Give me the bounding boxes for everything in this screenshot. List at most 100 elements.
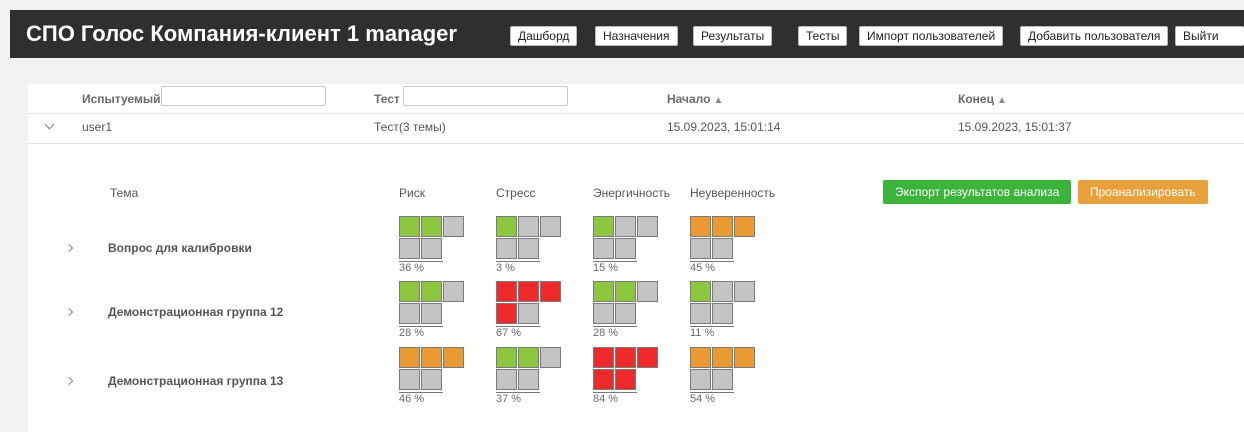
nav-tests-button[interactable]: Тесты: [798, 26, 848, 46]
sort-icon[interactable]: ▲︎: [713, 95, 723, 106]
gauge-cell: [518, 281, 539, 302]
gauge-cell: [593, 303, 614, 324]
gauge-cell: [518, 216, 539, 237]
column-start-header[interactable]: Начало ▲︎: [667, 92, 723, 108]
gauge-cell: [399, 216, 420, 237]
gauge-cell: [496, 238, 517, 259]
column-start-label: Начало: [667, 92, 711, 106]
gauge-percent-label: 54 %: [690, 392, 734, 405]
gauge-cell: [637, 281, 658, 302]
expand-topic-chevron-icon[interactable]: [64, 376, 74, 386]
gauge-cell: [690, 238, 711, 259]
gauge-cell: [593, 369, 614, 390]
gauge-cell: [496, 347, 517, 368]
nav-dashboard-button[interactable]: Дашборд: [510, 26, 578, 46]
gauge-cell: [518, 347, 539, 368]
gauge-cell: [421, 216, 442, 237]
energy-column-header: Энергичность: [593, 186, 670, 200]
gauge-cell: [399, 369, 420, 390]
gauge-percent-label: 45 %: [690, 261, 734, 274]
gauge-cell: [496, 281, 517, 302]
gauge-cell: [690, 303, 711, 324]
stress-gauge: 3 %: [496, 216, 566, 276]
gauge-cell: [593, 347, 614, 368]
test-filter-input[interactable]: [403, 86, 568, 106]
gauge-percent-label: 37 %: [496, 392, 540, 405]
gauge-cell: [615, 369, 636, 390]
subject-filter-input[interactable]: [161, 86, 326, 106]
collapse-chevron-icon[interactable]: [44, 119, 55, 130]
gauge-cell: [443, 281, 464, 302]
gauge-cell: [615, 347, 636, 368]
expand-topic-chevron-icon[interactable]: [64, 243, 74, 253]
nav-assignments-button[interactable]: Назначения: [595, 26, 678, 46]
risk-gauge: 46 %: [399, 347, 469, 407]
topic-name: Демонстрационная группа 13: [108, 374, 284, 388]
gauge-percent-label: 15 %: [593, 261, 637, 274]
column-subject-header: Испытуемый: [82, 92, 161, 106]
gauge-cell: [443, 216, 464, 237]
gauge-cell: [399, 347, 420, 368]
gauge-cell: [690, 347, 711, 368]
row-test: Тест(3 темы): [374, 120, 446, 134]
gauge-percent-label: 46 %: [399, 392, 443, 405]
row-end-time: 15.09.2023, 15:01:37: [958, 120, 1072, 134]
divider: [28, 113, 1244, 114]
gauge-cell: [690, 216, 711, 237]
stress-column-header: Стресс: [496, 186, 536, 200]
gauge-cell: [734, 216, 755, 237]
export-analysis-button[interactable]: Экспорт результатов анализа: [883, 180, 1072, 204]
uncertainty-column-header: Неуверенность: [690, 186, 776, 200]
nav-results-button[interactable]: Результаты: [693, 26, 773, 46]
gauge-cell: [712, 303, 733, 324]
gauge-percent-label: 36 %: [399, 261, 443, 274]
gauge-cell: [496, 369, 517, 390]
topic-name: Вопрос для калибровки: [108, 241, 252, 255]
gauge-percent-label: 11 %: [690, 326, 734, 339]
gauge-cell: [593, 281, 614, 302]
gauge-cell: [615, 281, 636, 302]
top-header: СПО Голос Компания-клиент 1 manager Дашб…: [10, 10, 1244, 58]
risk-column-header: Риск: [399, 186, 425, 200]
app-title: СПО Голос Компания-клиент 1 manager: [26, 21, 457, 46]
gauge-percent-label: 28 %: [593, 326, 637, 339]
sort-icon[interactable]: ▲︎: [997, 95, 1007, 106]
nav-import-users-button[interactable]: Импорт пользователей: [859, 26, 1004, 46]
uncertainty-gauge: 45 %: [690, 216, 760, 276]
topic-column-header: Тема: [110, 186, 139, 200]
gauge-cell: [399, 303, 420, 324]
column-end-label: Конец: [958, 92, 994, 106]
divider: [28, 143, 1244, 144]
uncertainty-gauge: 11 %: [690, 281, 760, 341]
gauge-cell: [593, 216, 614, 237]
row-user: user1: [82, 120, 113, 134]
analyze-button[interactable]: Проанализировать: [1078, 180, 1208, 204]
gauge-cell: [540, 216, 561, 237]
gauge-cell: [690, 369, 711, 390]
gauge-cell: [734, 281, 755, 302]
gauge-cell: [593, 238, 614, 259]
nav-logout-button[interactable]: Выйти: [1175, 26, 1244, 46]
gauge-cell: [399, 281, 420, 302]
topic-name: Демонстрационная группа 12: [108, 305, 284, 319]
gauge-cell: [443, 347, 464, 368]
gauge-cell: [712, 238, 733, 259]
gauge-cell: [421, 281, 442, 302]
column-end-header[interactable]: Конец ▲︎: [958, 92, 1007, 108]
gauge-cell: [518, 238, 539, 259]
expand-topic-chevron-icon[interactable]: [64, 307, 74, 317]
gauge-cell: [712, 281, 733, 302]
gauge-cell: [615, 238, 636, 259]
gauge-cell: [690, 281, 711, 302]
gauge-cell: [518, 303, 539, 324]
gauge-percent-label: 28 %: [399, 326, 443, 339]
gauge-cell: [637, 216, 658, 237]
risk-gauge: 36 %: [399, 216, 469, 276]
nav-add-user-button[interactable]: Добавить пользователя: [1020, 26, 1169, 46]
results-panel: Испытуемый Тест Начало ▲︎ Конец ▲︎ user1 Т…: [28, 84, 1244, 432]
energy-gauge: 28 %: [593, 281, 663, 341]
gauge-cell: [637, 347, 658, 368]
gauge-cell: [496, 303, 517, 324]
risk-gauge: 28 %: [399, 281, 469, 341]
energy-gauge: 84 %: [593, 347, 663, 407]
